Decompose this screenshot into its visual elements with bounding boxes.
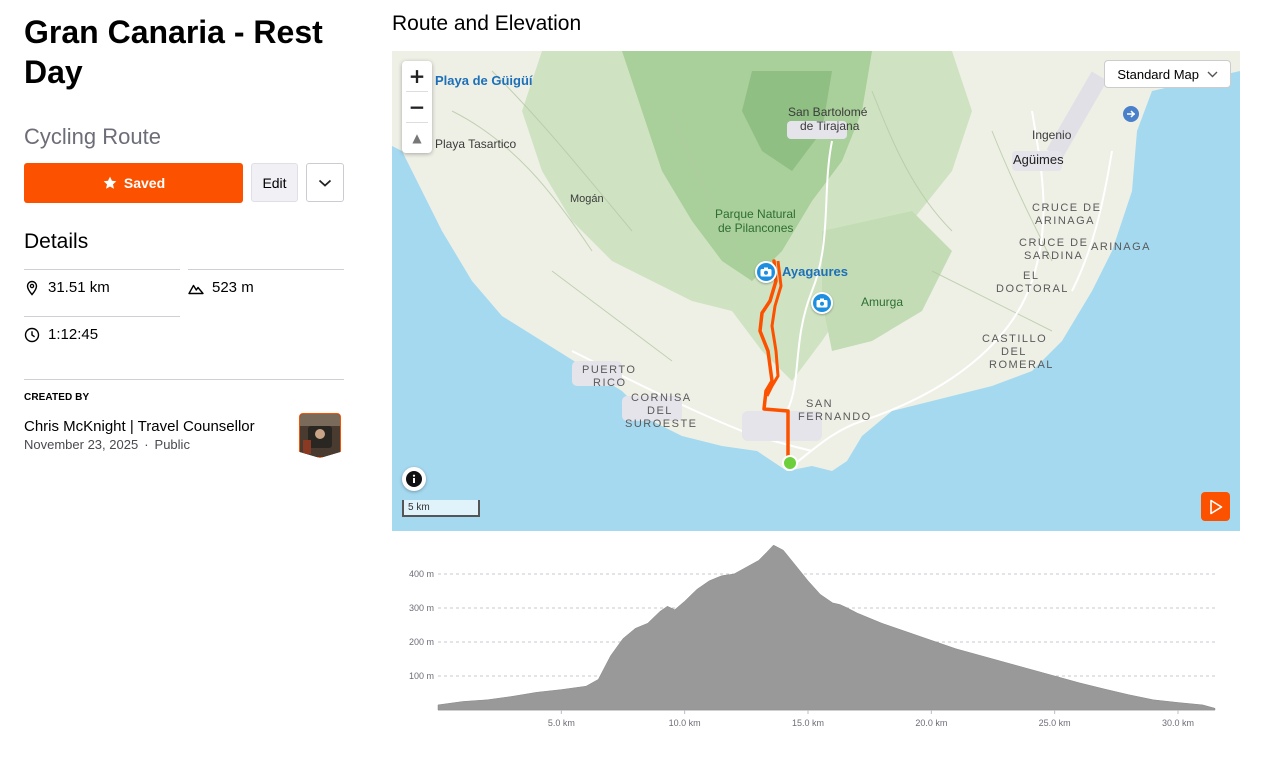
mountain-icon: [188, 284, 204, 294]
map-label: Amurga: [861, 295, 904, 309]
y-tick-label: 400 m: [409, 569, 434, 579]
map-label: Playa Tasartico: [435, 137, 517, 151]
route-type: Cycling Route: [24, 124, 161, 149]
map-label: DEL: [1001, 346, 1027, 358]
map-label: Ayagaures: [782, 264, 848, 279]
details-heading: Details: [24, 230, 89, 253]
y-tick-label: 300 m: [409, 603, 434, 613]
x-tick-label: 30.0 km: [1162, 718, 1194, 728]
map-label: CRUCE DE: [1019, 237, 1089, 249]
y-tick-label: 200 m: [409, 637, 434, 647]
map-label: DOCTORAL: [996, 283, 1069, 295]
elevation-value: 523 m: [212, 279, 254, 296]
creator-meta: November 23, 2025 · Public: [24, 437, 190, 452]
x-tick-label: 20.0 km: [915, 718, 947, 728]
divider: [24, 269, 180, 270]
elevation-stat: 523 m: [188, 279, 254, 296]
map-label: Agüimes: [1013, 152, 1064, 167]
saved-button[interactable]: Saved: [24, 163, 243, 203]
x-tick-label: 25.0 km: [1039, 718, 1071, 728]
camera-icon: [816, 298, 828, 308]
map-label: Playa de Güigüí: [435, 73, 533, 88]
chevron-down-icon: [1207, 71, 1218, 77]
flyover-play-button[interactable]: [1201, 492, 1230, 521]
map-label: Ingenio: [1032, 128, 1072, 142]
map-label: RICO: [593, 377, 627, 389]
map-label: Parque Natural: [715, 207, 796, 221]
time-stat: 1:12:45: [24, 326, 98, 343]
map-style-dropdown[interactable]: Standard Map: [1104, 60, 1231, 88]
x-tick-label: 5.0 km: [548, 718, 575, 728]
map-label: de Tirajana: [800, 119, 860, 133]
map-label: SUROESTE: [625, 418, 698, 430]
map-label: DEL: [647, 405, 673, 417]
elevation-chart[interactable]: 100 m 200 m 300 m 400 m 5.0 km 10.0 km 15.0 k…: [392, 535, 1240, 735]
compass-button[interactable]: ▲: [402, 123, 432, 153]
info-icon: [406, 471, 422, 487]
chevron-down-icon: [318, 179, 332, 187]
route-map[interactable]: Playa de Güigüí Playa Tasartico San Bart…: [392, 51, 1240, 531]
zoom-in-button[interactable]: +: [402, 61, 432, 91]
x-tick-label: 15.0 km: [792, 718, 824, 728]
distance-stat: 31.51 km: [24, 279, 110, 296]
map-label: ROMERAL: [989, 359, 1054, 371]
map-label: CASTILLO: [982, 333, 1048, 345]
map-info-button[interactable]: [402, 467, 426, 491]
created-date: November 23, 2025: [24, 437, 139, 452]
star-icon: [103, 176, 117, 189]
avatar[interactable]: [299, 413, 341, 458]
map-label: ARINAGA: [1091, 241, 1152, 253]
zoom-controls: + − ▲: [402, 61, 432, 153]
photo-marker[interactable]: [811, 292, 833, 314]
edit-button[interactable]: Edit: [251, 163, 298, 202]
meta-separator: ·: [144, 437, 149, 452]
elevation-profile-area: [437, 544, 1216, 711]
clock-icon: [24, 327, 40, 342]
visibility-label: Public: [154, 437, 190, 452]
x-tick-label: 10.0 km: [669, 718, 701, 728]
route-elevation-heading: Route and Elevation: [392, 12, 582, 35]
map-label: SARDINA: [1024, 250, 1084, 262]
distance-value: 31.51 km: [48, 279, 110, 296]
map-label: SAN: [806, 398, 834, 410]
more-options-button[interactable]: [306, 163, 344, 202]
camera-icon: [760, 267, 772, 277]
route-title: Gran Canaria - Rest Day: [24, 14, 323, 90]
map-style-label: Standard Map: [1117, 66, 1199, 82]
divider: [24, 379, 344, 380]
location-pin-icon: [26, 280, 38, 296]
map-label: ARINAGA: [1035, 215, 1096, 227]
map-label: CRUCE DE: [1032, 202, 1102, 214]
zoom-out-button[interactable]: −: [402, 92, 432, 122]
creator-name-link[interactable]: Chris McKnight | Travel Counsellor: [24, 418, 255, 435]
divider: [24, 316, 180, 317]
map-label: Mogán: [570, 193, 604, 205]
map-label: CORNISA: [631, 392, 692, 404]
map-label: de Pilancones: [718, 221, 794, 235]
time-value: 1:12:45: [48, 326, 99, 343]
map-scale-bar: 5 km: [402, 500, 480, 517]
created-by-label: CREATED BY: [24, 392, 90, 403]
y-tick-label: 100 m: [409, 671, 434, 681]
saved-label: Saved: [123, 175, 166, 191]
airport-icon: [1123, 106, 1139, 122]
play-icon: [1209, 499, 1222, 514]
map-label: San Bartolomé: [788, 105, 868, 119]
map-label: EL: [1023, 270, 1040, 282]
divider: [188, 269, 344, 270]
photo-marker[interactable]: [755, 261, 777, 283]
map-label: PUERTO: [582, 364, 637, 376]
map-label: FERNANDO: [798, 411, 872, 423]
